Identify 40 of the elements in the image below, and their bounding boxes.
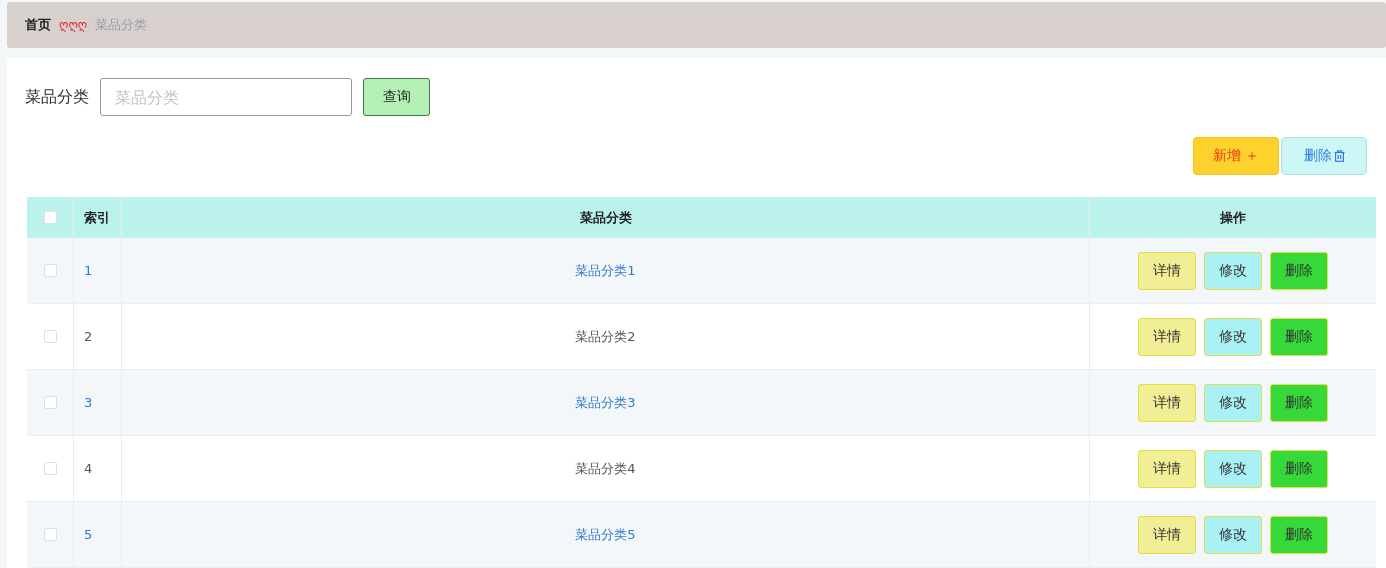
table-cell: 5 (74, 502, 122, 567)
breadcrumb-link[interactable]: 首页 (25, 16, 51, 34)
query-button[interactable]: 查询 (363, 78, 430, 116)
checkbox[interactable] (43, 211, 57, 224)
breadcrumb-current: 菜品分类 (95, 16, 148, 34)
table-cell: 菜品分类1 (122, 238, 1090, 303)
delete-button[interactable]: 删除 (1281, 137, 1367, 175)
table-cell: 菜品分类3 (122, 370, 1090, 435)
checkbox[interactable] (43, 528, 57, 541)
edit-button[interactable]: 修改 (1204, 515, 1262, 554)
table-cell: 4 (74, 436, 122, 501)
delete-button[interactable]: 删除 (1270, 251, 1328, 290)
edit-button[interactable]: 修改 (1204, 383, 1262, 422)
breadcrumb-separator: ღღღ (59, 18, 88, 32)
edit-button[interactable]: 修改 (1204, 449, 1262, 488)
details-button[interactable]: 详情 (1138, 449, 1196, 488)
edit-button[interactable]: 修改 (1204, 251, 1262, 290)
search-label: 菜品分类 (25, 86, 89, 108)
details-button[interactable]: 详情 (1138, 317, 1196, 356)
table-cell: 1 (74, 238, 122, 303)
checkbox[interactable] (43, 330, 57, 343)
trash-icon (1333, 150, 1345, 162)
delete-button[interactable]: 删除 (1270, 383, 1328, 422)
edit-button[interactable]: 修改 (1204, 317, 1262, 356)
table-cell: 3 (74, 370, 122, 435)
delete-button[interactable]: 删除 (1270, 449, 1328, 488)
column-header: 操作 (1219, 208, 1247, 227)
checkbox[interactable] (43, 396, 57, 409)
details-button[interactable]: 详情 (1138, 251, 1196, 290)
table-cell: 菜品分类5 (122, 502, 1090, 567)
table-cell: 菜品分类4 (122, 436, 1090, 501)
checkbox[interactable] (43, 462, 57, 475)
details-button[interactable]: 详情 (1138, 515, 1196, 554)
delete-button[interactable]: 删除 (1270, 515, 1328, 554)
delete-button[interactable]: 删除 (1270, 317, 1328, 356)
checkbox[interactable] (43, 264, 57, 277)
search-field[interactable]: 菜品分类 (100, 78, 352, 116)
table-cell: 菜品分类2 (122, 304, 1090, 369)
table-cell: 2 (74, 304, 122, 369)
details-button[interactable]: 详情 (1138, 383, 1196, 422)
